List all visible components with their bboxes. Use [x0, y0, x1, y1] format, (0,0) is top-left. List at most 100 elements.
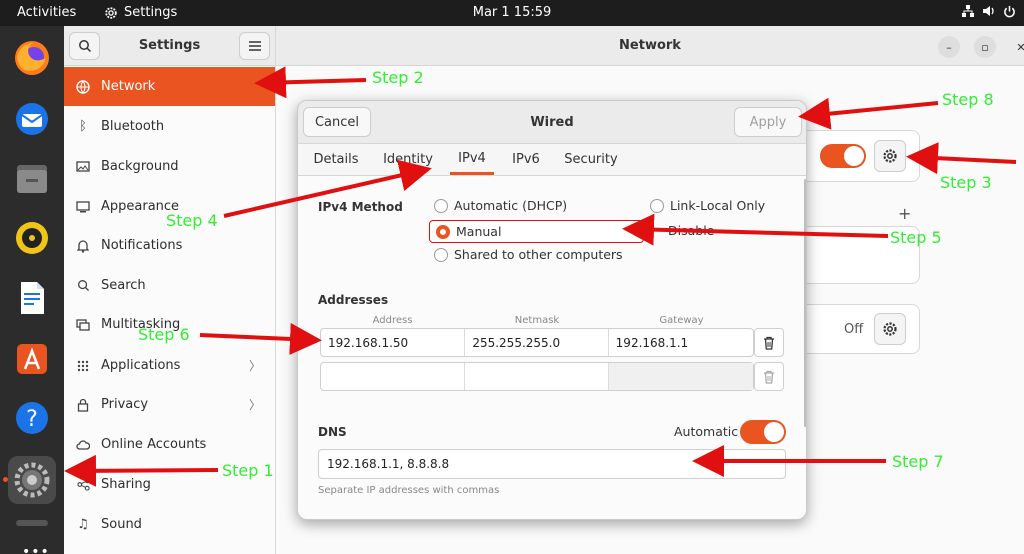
add-vpn-icon[interactable]: + — [898, 204, 911, 223]
delete-address-button[interactable] — [754, 328, 784, 357]
dns-label: DNS — [318, 425, 347, 439]
share-icon — [75, 477, 91, 493]
step8-label: Step 8 — [942, 90, 994, 109]
maximize-button[interactable]: ▫ — [974, 36, 996, 58]
tab-identity[interactable]: Identity — [380, 144, 436, 175]
lock-icon — [75, 397, 91, 413]
appearance-icon — [75, 199, 91, 215]
step5-label: Step 5 — [890, 228, 942, 247]
top-bar: Activities Settings Mar 1 15:59 — [0, 0, 1024, 26]
radio-circle-selected — [436, 224, 450, 239]
menu-button[interactable] — [239, 32, 270, 60]
clock[interactable]: Mar 1 15:59 — [0, 5, 1024, 20]
tab-security[interactable]: Security — [564, 144, 618, 175]
addresses-label: Addresses — [318, 293, 389, 307]
address-row-empty — [320, 362, 754, 391]
volume-icon — [983, 6, 994, 16]
dialog-scrollbar[interactable] — [804, 179, 806, 427]
netmask-field-empty[interactable] — [465, 363, 609, 390]
method-shared-radio[interactable]: Shared to other computers — [434, 247, 623, 262]
music-note-icon: ♫ — [77, 517, 89, 532]
dock: ? ••• — [0, 26, 64, 554]
step6-label: Step 6 — [138, 325, 190, 344]
method-automatic-radio[interactable]: Automatic (DHCP) — [434, 198, 567, 213]
wired-settings-button[interactable] — [874, 140, 906, 172]
network-icon — [75, 79, 91, 95]
method-shared-label: Shared to other computers — [454, 247, 623, 262]
tab-ipv6[interactable]: IPv6 — [508, 144, 544, 175]
dock-separator — [16, 520, 48, 526]
hamburger-icon — [248, 41, 261, 51]
step7-label: Step 7 — [892, 452, 944, 471]
thunderbird-launcher[interactable] — [8, 94, 56, 142]
gateway-field-empty[interactable] — [608, 363, 753, 390]
sidebar-item-privacy[interactable]: Privacy 〉 — [64, 385, 275, 424]
trash-icon — [764, 370, 774, 384]
close-button[interactable]: ✕ — [1010, 36, 1024, 58]
address-column-header: Address — [372, 315, 413, 326]
dialog-header: Cancel Wired Apply — [298, 101, 806, 144]
grid-icon — [75, 358, 91, 374]
power-icon — [1004, 5, 1015, 17]
show-apps-icon[interactable]: ••• — [22, 544, 50, 554]
sidebar-item-sound[interactable]: ♫ Sound — [64, 505, 275, 544]
sidebar-item-search[interactable]: Search — [64, 266, 275, 305]
settings-launcher[interactable] — [8, 456, 56, 504]
trash-icon — [764, 336, 774, 350]
proxy-status: Off — [844, 322, 864, 337]
delete-empty-address-button[interactable] — [754, 362, 784, 391]
sidebar-item-bluetooth[interactable]: ᛒ Bluetooth — [64, 107, 275, 146]
writer-launcher[interactable] — [8, 274, 56, 322]
app-center-launcher[interactable] — [8, 334, 56, 382]
system-tray[interactable] — [961, 4, 1016, 18]
tab-details[interactable]: Details — [310, 144, 362, 175]
help-icon: ? — [16, 402, 48, 434]
minimize-button[interactable]: – — [938, 36, 960, 58]
sidebar-item-label: Sound — [101, 517, 142, 532]
apply-button[interactable]: Apply — [734, 107, 802, 137]
wired-card — [796, 130, 920, 182]
address-field[interactable]: 192.168.1.50 — [321, 329, 466, 356]
ipv4-settings: IPv4 Method Automatic (DHCP) Link-Local … — [298, 177, 806, 519]
sidebar-item-notifications[interactable]: Notifications — [64, 226, 275, 265]
method-manual-radio[interactable]: Manual — [429, 220, 644, 243]
multitasking-icon — [75, 317, 91, 333]
sidebar-item-network[interactable]: Network — [64, 67, 275, 106]
sidebar-item-online-accounts[interactable]: Online Accounts — [64, 425, 275, 464]
dialog-title: Wired — [530, 115, 574, 130]
sidebar-item-background[interactable]: Background — [64, 147, 275, 186]
sidebar-item-label: Network — [101, 79, 156, 94]
tab-ipv4[interactable]: IPv4 — [450, 144, 494, 175]
rhythmbox-launcher[interactable] — [8, 214, 56, 262]
step4-label: Step 4 — [166, 211, 218, 230]
dns-input[interactable]: 192.168.1.1, 8.8.8.8 — [318, 449, 786, 479]
document-icon — [21, 282, 44, 314]
gear-icon — [883, 322, 897, 336]
svg-text:?: ? — [26, 407, 38, 432]
dns-automatic-toggle[interactable] — [740, 420, 786, 444]
cloud-icon — [75, 437, 91, 453]
netmask-column-header: Netmask — [514, 315, 560, 326]
gateway-field[interactable]: 192.168.1.1 — [609, 329, 753, 356]
method-link-local-radio[interactable]: Link-Local Only — [650, 198, 765, 213]
netmask-field[interactable]: 255.255.255.0 — [465, 329, 609, 356]
firefox-launcher[interactable] — [8, 34, 56, 82]
method-link-local-label: Link-Local Only — [670, 198, 766, 213]
help-launcher[interactable]: ? — [8, 394, 56, 442]
radio-circle — [434, 247, 448, 262]
sidebar-item-label: Sharing — [101, 477, 151, 492]
address-row: 192.168.1.50 255.255.255.0 192.168.1.1 — [320, 328, 754, 357]
files-launcher[interactable] — [8, 154, 56, 202]
step3-label: Step 3 — [940, 173, 992, 192]
speaker-icon — [16, 222, 48, 254]
dns-automatic-label: Automatic — [674, 424, 739, 439]
sidebar-item-applications[interactable]: Applications 〉 — [64, 346, 275, 385]
address-field-empty[interactable] — [321, 363, 466, 390]
wired-toggle[interactable] — [820, 144, 866, 168]
sidebar-item-label: Privacy — [101, 397, 149, 412]
wired-dialog: Cancel Wired Apply Details Identity IPv4… — [297, 100, 807, 520]
bluetooth-icon: ᛒ — [79, 119, 87, 134]
proxy-settings-button[interactable] — [874, 313, 906, 345]
sidebar-item-label: Applications — [101, 358, 181, 373]
method-disable-radio[interactable]: Disable — [668, 223, 714, 238]
